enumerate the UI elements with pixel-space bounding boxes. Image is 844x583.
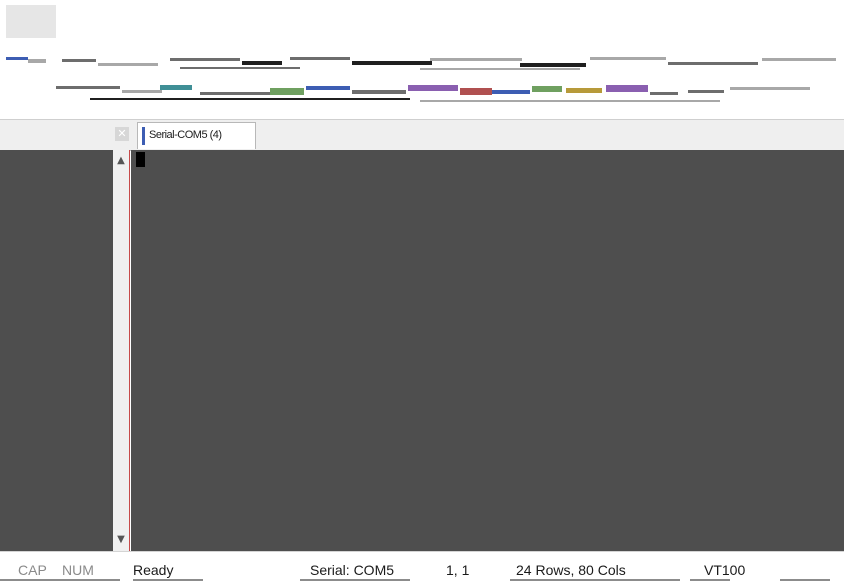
tab-serial-com5[interactable]: Serial-COM5 (4) — [137, 122, 256, 149]
menu-glitch — [28, 59, 46, 63]
session-tab-bar: ✕ Serial-COM5 (4) — [0, 119, 844, 151]
toolbar-glitch — [532, 86, 562, 92]
menu-glitch — [590, 57, 666, 60]
vertical-scrollbar[interactable]: ▲ ▼ — [113, 150, 130, 551]
status-divider — [510, 579, 680, 581]
cursor-position: 1, 1 — [446, 562, 470, 578]
menu-glitch — [62, 59, 96, 62]
menu-glitch — [762, 58, 836, 61]
status-divider — [300, 579, 410, 581]
window-icon[interactable] — [6, 5, 56, 38]
toolbar-glitch — [352, 90, 406, 94]
toolbar-glitch — [306, 86, 350, 90]
tab-active-indicator — [142, 127, 145, 145]
menu-glitch — [170, 58, 240, 61]
status-text: Ready — [133, 562, 174, 578]
toolbar-glitch — [688, 90, 724, 93]
toolbar-glitch — [460, 88, 492, 95]
menu-glitch — [242, 61, 282, 65]
app-window: ✕ Serial-COM5 (4) ▲ ▼ CAP NUM Ready Seri… — [0, 0, 844, 583]
chevron-up-icon[interactable]: ▲ — [113, 153, 129, 169]
toolbar-glitch — [160, 85, 192, 90]
status-divider — [780, 579, 830, 581]
toolbar-glitch — [408, 85, 458, 91]
menu-glitch — [98, 63, 158, 66]
menu-glitch — [430, 58, 522, 61]
toolbar-glitch — [200, 92, 270, 95]
caps-lock-indicator: CAP — [18, 562, 47, 578]
chevron-down-icon[interactable]: ▼ — [113, 532, 129, 548]
session-manager-panel — [0, 150, 113, 551]
text-cursor — [136, 152, 145, 167]
status-divider — [0, 579, 120, 581]
menu-glitch — [352, 61, 432, 65]
close-icon[interactable]: ✕ — [115, 127, 129, 141]
toolbar-glitch — [650, 92, 678, 95]
tab-label: Serial-COM5 (4) — [149, 129, 222, 141]
toolbar-glitch — [492, 90, 530, 94]
status-bar: CAP NUM Ready Serial: COM5 1, 1 24 Rows,… — [0, 551, 844, 583]
menu-glitch — [180, 67, 300, 69]
toolbar-glitch — [606, 85, 648, 92]
menu-bar — [0, 51, 844, 79]
status-divider — [133, 579, 203, 581]
toolbar-glitch — [566, 88, 602, 93]
session-info: Serial: COM5 — [310, 562, 395, 578]
toolbar-glitch — [420, 100, 720, 102]
terminal-size: 24 Rows, 80 Cols — [516, 562, 626, 578]
toolbar-area — [0, 47, 844, 119]
menu-glitch — [420, 68, 580, 70]
num-lock-indicator: NUM — [62, 562, 94, 578]
toolbar-glitch — [56, 86, 120, 89]
terminal-type: VT100 — [704, 562, 746, 578]
toolbar-glitch — [122, 90, 162, 93]
tool-bar — [0, 80, 844, 108]
status-divider — [690, 579, 730, 581]
menu-glitch — [668, 62, 758, 65]
menu-glitch — [6, 57, 28, 60]
menu-glitch — [290, 57, 350, 60]
menu-glitch — [520, 63, 586, 67]
toolbar-glitch — [270, 88, 304, 95]
terminal-screen[interactable] — [131, 150, 844, 551]
toolbar-glitch — [90, 98, 410, 100]
toolbar-glitch — [730, 87, 810, 90]
